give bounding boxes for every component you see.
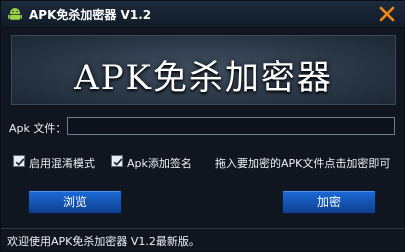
instruction-hint: 拖入要加密的APK文件点击加密即可: [215, 157, 391, 170]
apk-file-input[interactable]: [67, 117, 395, 135]
browse-button[interactable]: 浏览: [28, 190, 122, 214]
apk-file-label: Apk 文件：: [9, 122, 67, 135]
title-bar[interactable]: APK免杀加密器 V1.2: [1, 1, 405, 28]
obfuscation-checkbox[interactable]: [13, 155, 25, 167]
obfuscation-label: 启用混淆模式: [29, 157, 95, 170]
signature-label: Apk添加签名: [127, 157, 192, 170]
close-icon[interactable]: [378, 5, 396, 23]
checkmark-icon: [15, 158, 25, 166]
banner-title: APK免杀加密器: [74, 58, 333, 98]
android-icon: [7, 6, 23, 22]
app-window: APK免杀加密器 V1.2 APK免杀加密器 Apk 文件： 启用混淆模式 Ap…: [0, 0, 405, 252]
banner: APK免杀加密器: [11, 35, 396, 105]
encrypt-button[interactable]: 加密: [282, 190, 376, 214]
window-title: APK免杀加密器 V1.2: [29, 8, 152, 22]
signature-checkbox[interactable]: [111, 155, 123, 167]
status-text: 欢迎使用APK免杀加密器 V1.2最新版。: [7, 235, 200, 248]
status-bar: 欢迎使用APK免杀加密器 V1.2最新版。: [1, 228, 405, 251]
checkmark-icon: [113, 158, 123, 166]
